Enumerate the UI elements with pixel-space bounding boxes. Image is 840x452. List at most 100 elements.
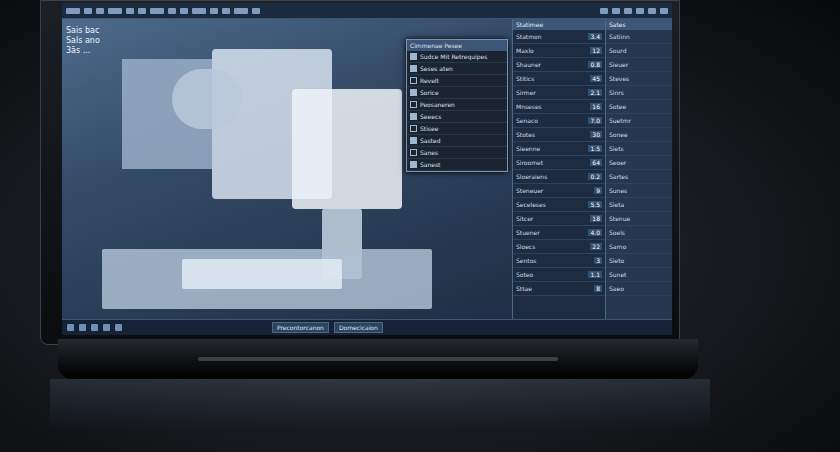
toolbar-icon[interactable] bbox=[210, 8, 218, 14]
property-value[interactable]: 0.2 bbox=[588, 173, 602, 180]
toolbar-icon[interactable] bbox=[192, 8, 206, 14]
property-value[interactable]: 9 bbox=[594, 187, 602, 194]
taskbar-icon[interactable] bbox=[115, 324, 122, 331]
property-row[interactable]: Sirmer2.1 bbox=[513, 86, 605, 100]
property-row[interactable]: Sloeraiens0.2 bbox=[513, 170, 605, 184]
overlay-row[interactable]: Sasted bbox=[407, 135, 507, 147]
toolbar-icon[interactable] bbox=[96, 8, 104, 14]
side-row[interactable]: Soels bbox=[606, 226, 672, 240]
toolbar-icon[interactable] bbox=[84, 8, 92, 14]
overlay-row[interactable]: Seeecs bbox=[407, 111, 507, 123]
side-row[interactable]: Sieto bbox=[606, 254, 672, 268]
toolbar-icon[interactable] bbox=[222, 8, 230, 14]
checkbox[interactable] bbox=[410, 113, 417, 120]
overlay-row[interactable]: Stisee bbox=[407, 123, 507, 135]
property-value[interactable]: 16 bbox=[590, 103, 602, 110]
taskbar-icon[interactable] bbox=[67, 324, 74, 331]
property-value[interactable]: 8 bbox=[594, 285, 602, 292]
side-row[interactable]: Sieuer bbox=[606, 58, 672, 72]
checkbox[interactable] bbox=[410, 161, 417, 168]
property-value[interactable]: 5.5 bbox=[588, 201, 602, 208]
side-row[interactable]: Sunet bbox=[606, 268, 672, 282]
window-control-icon[interactable] bbox=[648, 8, 656, 14]
window-control-icon[interactable] bbox=[612, 8, 620, 14]
toolbar-icon[interactable] bbox=[180, 8, 188, 14]
taskbar-icon[interactable] bbox=[103, 324, 110, 331]
checkbox[interactable] bbox=[410, 101, 417, 108]
checkbox[interactable] bbox=[410, 89, 417, 96]
property-row[interactable]: Seceleses5.5 bbox=[513, 198, 605, 212]
overlay-row[interactable]: Peosaneren bbox=[407, 99, 507, 111]
machine-viewport[interactable]: Sais bacSals ano3ās ...Cimmenae PeseeSud… bbox=[62, 19, 512, 319]
checkbox[interactable] bbox=[410, 149, 417, 156]
overlay-row[interactable]: Sudce Mit Retrequipes bbox=[407, 51, 507, 63]
checkbox[interactable] bbox=[410, 125, 417, 132]
side-row[interactable]: Seoer bbox=[606, 156, 672, 170]
property-row[interactable]: Soteo1.1 bbox=[513, 268, 605, 282]
side-row[interactable]: Sotee bbox=[606, 100, 672, 114]
side-row[interactable]: Suetmr bbox=[606, 114, 672, 128]
toolbar-icon[interactable] bbox=[150, 8, 164, 14]
side-row[interactable]: Saeo bbox=[606, 282, 672, 296]
toolbar-icon[interactable] bbox=[234, 8, 248, 14]
property-row[interactable]: Stuener4.0 bbox=[513, 226, 605, 240]
checkbox[interactable] bbox=[410, 65, 417, 72]
taskbar-tag[interactable]: Precontorcanon bbox=[272, 322, 329, 333]
side-row[interactable]: Sartes bbox=[606, 170, 672, 184]
overlay-row[interactable]: Sanest bbox=[407, 159, 507, 171]
property-row[interactable]: Sieenne1.5 bbox=[513, 142, 605, 156]
overlay-row[interactable]: Sanes bbox=[407, 147, 507, 159]
property-value[interactable]: 1.5 bbox=[588, 145, 602, 152]
checkbox[interactable] bbox=[410, 77, 417, 84]
property-row[interactable]: Maxlo12 bbox=[513, 44, 605, 58]
property-row[interactable]: Siroomet64 bbox=[513, 156, 605, 170]
side-row[interactable]: Stenue bbox=[606, 212, 672, 226]
checkbox[interactable] bbox=[410, 137, 417, 144]
property-row[interactable]: Shauner0.8 bbox=[513, 58, 605, 72]
property-value[interactable]: 12 bbox=[590, 47, 602, 54]
property-row[interactable]: Senaco7.0 bbox=[513, 114, 605, 128]
side-row[interactable]: Sinrs bbox=[606, 86, 672, 100]
property-row[interactable]: Statmon3.4 bbox=[513, 30, 605, 44]
window-control-icon[interactable] bbox=[600, 8, 608, 14]
checkbox[interactable] bbox=[410, 53, 417, 60]
overlay-row[interactable]: Seses aten bbox=[407, 63, 507, 75]
property-value[interactable]: 1.1 bbox=[588, 271, 602, 278]
property-row[interactable]: Stotes30 bbox=[513, 128, 605, 142]
side-row[interactable]: Sourd bbox=[606, 44, 672, 58]
toolbar-icon[interactable] bbox=[108, 8, 122, 14]
side-row[interactable]: Sonee bbox=[606, 128, 672, 142]
property-row[interactable]: Sloecs22 bbox=[513, 240, 605, 254]
property-value[interactable]: 30 bbox=[590, 131, 602, 138]
property-row[interactable]: Sentos3 bbox=[513, 254, 605, 268]
property-value[interactable]: 22 bbox=[590, 243, 602, 250]
taskbar-icon[interactable] bbox=[79, 324, 86, 331]
property-value[interactable]: 64 bbox=[590, 159, 602, 166]
taskbar-tag[interactable]: Domecicaion bbox=[334, 322, 383, 333]
side-row[interactable]: Steves bbox=[606, 72, 672, 86]
toolbar-icon[interactable] bbox=[138, 8, 146, 14]
property-row[interactable]: Mnseses16 bbox=[513, 100, 605, 114]
toolbar-icon[interactable] bbox=[126, 8, 134, 14]
toolbar-icon[interactable] bbox=[168, 8, 176, 14]
taskbar-icon[interactable] bbox=[91, 324, 98, 331]
property-value[interactable]: 4.0 bbox=[588, 229, 602, 236]
side-row[interactable]: Sunes bbox=[606, 184, 672, 198]
property-value[interactable]: 3.4 bbox=[588, 33, 602, 40]
side-row[interactable]: Siets bbox=[606, 142, 672, 156]
property-row[interactable]: Sttae8 bbox=[513, 282, 605, 296]
window-control-icon[interactable] bbox=[636, 8, 644, 14]
property-value[interactable]: 3 bbox=[594, 257, 602, 264]
property-value[interactable]: 2.1 bbox=[588, 89, 602, 96]
side-row[interactable]: Sarno bbox=[606, 240, 672, 254]
overlay-row[interactable]: Revelt bbox=[407, 75, 507, 87]
window-control-icon[interactable] bbox=[624, 8, 632, 14]
property-value[interactable]: 0.8 bbox=[588, 61, 602, 68]
property-value[interactable]: 7.0 bbox=[588, 117, 602, 124]
toolbar-icon[interactable] bbox=[252, 8, 260, 14]
property-row[interactable]: Sitcer18 bbox=[513, 212, 605, 226]
side-row[interactable]: Sieta bbox=[606, 198, 672, 212]
side-row[interactable]: Satiinn bbox=[606, 30, 672, 44]
property-value[interactable]: 45 bbox=[590, 75, 602, 82]
property-row[interactable]: Steneuer9 bbox=[513, 184, 605, 198]
